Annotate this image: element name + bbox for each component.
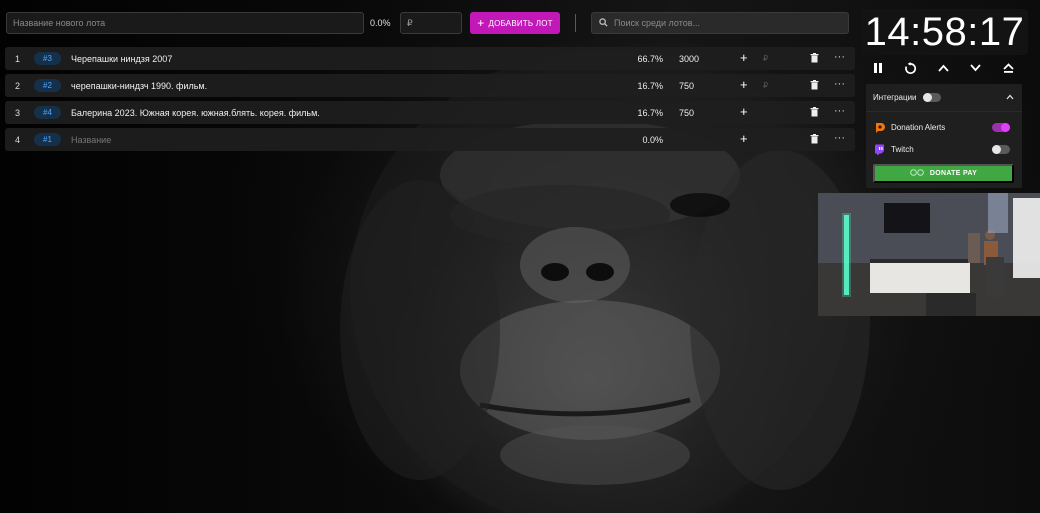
- integration-donation-alerts: Donation Alerts: [866, 116, 1022, 138]
- add-lot-button-label: ДОБАВИТЬ ЛОТ: [488, 18, 553, 28]
- search-input[interactable]: [614, 18, 834, 28]
- timer-controls: [868, 58, 1018, 78]
- donate-pay-label: DONATE PAY: [929, 170, 978, 177]
- trash-icon[interactable]: [810, 80, 819, 92]
- add-amount-icon[interactable]: +: [740, 77, 748, 92]
- integrations-title: Интеграции: [873, 93, 917, 102]
- lot-row: 3 #4 Балерина 2023. Южная корея. южная.б…: [5, 101, 855, 124]
- lot-search-box[interactable]: [591, 12, 849, 34]
- integration-label: Donation Alerts: [891, 122, 946, 132]
- lot-percent: 16.7%: [637, 80, 663, 91]
- lot-id-badge: #2: [34, 79, 61, 92]
- lot-id-badge: #4: [34, 106, 61, 119]
- trash-icon[interactable]: [810, 107, 819, 119]
- lot-name[interactable]: Черепашки ниндзя 2007: [71, 54, 172, 64]
- new-lot-percent: 0.0%: [370, 18, 391, 28]
- lots-table: 1 #3 Черепашки ниндзя 2007 66.7% 3000 + …: [5, 47, 855, 155]
- add-amount-icon[interactable]: +: [740, 104, 748, 119]
- webcam-feed: [818, 193, 1040, 316]
- lot-amount[interactable]: 750: [679, 81, 694, 91]
- lot-currency: ₽: [763, 54, 769, 63]
- lot-row: 1 #3 Черепашки ниндзя 2007 66.7% 3000 + …: [5, 47, 855, 70]
- lot-id-badge: #3: [34, 52, 61, 65]
- lot-name[interactable]: Балерина 2023. Южная корея. южная.блять.…: [71, 108, 320, 118]
- integrations-master-toggle[interactable]: [922, 93, 941, 102]
- integration-twitch: Twitch: [866, 138, 1022, 160]
- lot-index: 1: [15, 53, 21, 64]
- integrations-panel: Интеграции Donation Alerts Twitch DONATE…: [866, 84, 1022, 188]
- new-lot-name-input[interactable]: [6, 12, 364, 34]
- more-options-icon[interactable]: ···: [834, 132, 845, 144]
- plus-icon: +: [477, 16, 485, 30]
- integrations-header[interactable]: Интеграции: [866, 84, 1022, 112]
- lot-name[interactable]: черепашки-ниндзч 1990. фильм.: [71, 81, 207, 91]
- lot-percent: 66.7%: [637, 53, 663, 64]
- lot-amount[interactable]: 3000: [679, 54, 699, 64]
- restart-icon[interactable]: [901, 58, 921, 78]
- lot-row: 2 #2 черепашки-ниндзч 1990. фильм. 16.7%…: [5, 74, 855, 97]
- new-lot-price-input[interactable]: [400, 12, 462, 34]
- eject-icon[interactable]: [998, 58, 1018, 78]
- chevron-up-icon[interactable]: [1006, 93, 1014, 102]
- add-amount-icon[interactable]: +: [740, 131, 748, 146]
- lot-row: 4 #1 Название 0.0% + ···: [5, 128, 855, 151]
- integration-label: Twitch: [891, 144, 914, 154]
- lot-amount[interactable]: 750: [679, 108, 694, 118]
- search-icon: [599, 14, 608, 32]
- donation-alerts-toggle[interactable]: [992, 122, 1010, 132]
- donate-pay-button[interactable]: DONATE PAY: [873, 164, 1014, 183]
- donate-pay-icon: [910, 169, 924, 178]
- twitch-icon: [873, 143, 885, 155]
- timer-display: 14:58:17: [861, 9, 1028, 55]
- more-options-icon[interactable]: ···: [834, 105, 845, 117]
- twitch-toggle[interactable]: [992, 144, 1010, 154]
- add-amount-icon[interactable]: +: [740, 50, 748, 65]
- top-toolbar: 0.0% + ДОБАВИТЬ ЛОТ: [6, 12, 849, 34]
- more-options-icon[interactable]: ···: [834, 78, 845, 90]
- lot-percent: 0.0%: [642, 134, 663, 145]
- lot-index: 3: [15, 107, 21, 118]
- toolbar-divider: [575, 14, 576, 32]
- lot-name-placeholder[interactable]: Название: [71, 135, 111, 145]
- lot-percent: 16.7%: [637, 107, 663, 118]
- trash-icon[interactable]: [810, 53, 819, 65]
- chevron-down-icon[interactable]: [966, 58, 986, 78]
- add-lot-button[interactable]: + ДОБАВИТЬ ЛОТ: [470, 12, 560, 34]
- more-options-icon[interactable]: ···: [834, 51, 845, 63]
- lot-index: 4: [15, 134, 21, 145]
- lot-index: 2: [15, 80, 21, 91]
- trash-icon[interactable]: [810, 134, 819, 146]
- donation-alerts-icon: [873, 121, 885, 133]
- chevron-up-icon[interactable]: [933, 58, 953, 78]
- lot-id-badge: #1: [34, 133, 61, 146]
- pause-icon[interactable]: [868, 58, 888, 78]
- lot-currency: ₽: [763, 81, 769, 90]
